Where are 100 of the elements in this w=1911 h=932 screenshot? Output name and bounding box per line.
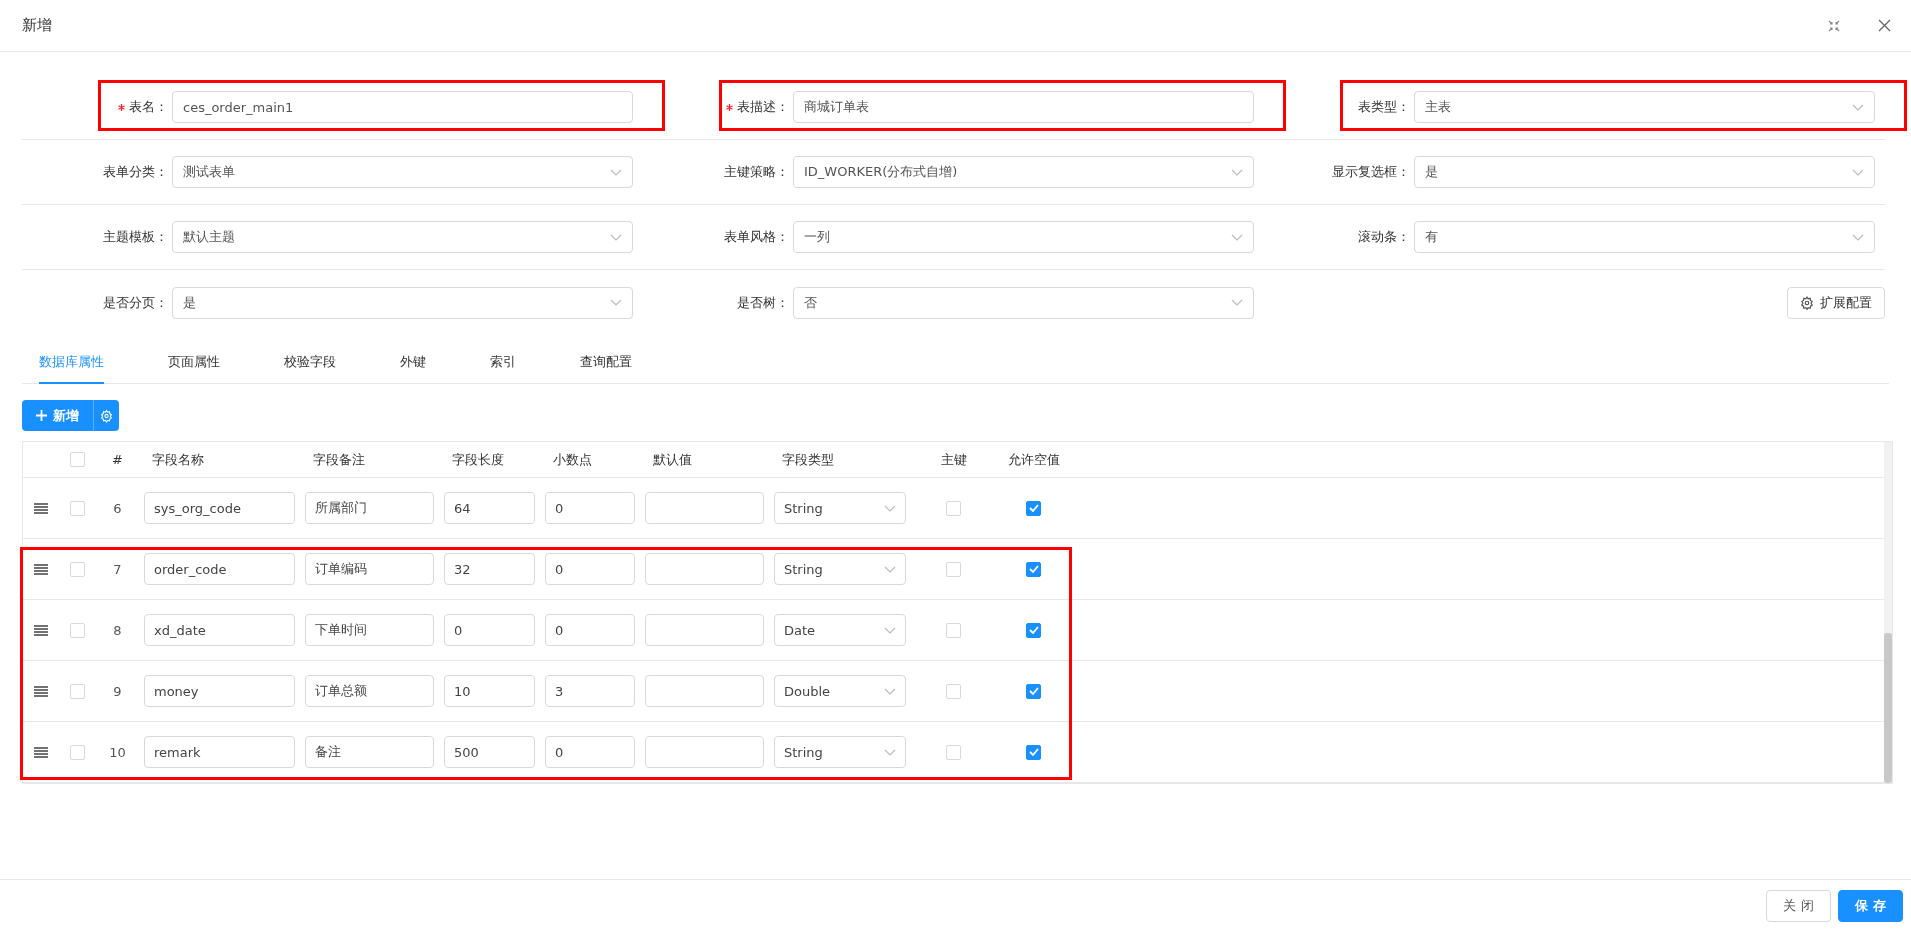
input-field[interactable]: xd_date (144, 614, 295, 646)
field-label: 主键策略： (724, 163, 789, 181)
column-header: 默认值 (652, 450, 692, 469)
input-field[interactable]: 订单编码 (305, 553, 434, 585)
checkbox[interactable] (1026, 744, 1041, 760)
input-field[interactable]: 0 (545, 553, 635, 585)
select-field[interactable]: 是 (172, 286, 633, 319)
select-field[interactable]: 一列 (793, 221, 1254, 253)
column-header: 小数点 (552, 450, 592, 469)
input-field[interactable] (645, 614, 764, 646)
column-header: 允许空值 (1007, 450, 1060, 469)
row-number: 8 (113, 622, 122, 638)
chevron-down-icon (884, 687, 896, 695)
chevron-down-icon (884, 748, 896, 756)
plus-icon (36, 410, 47, 421)
select-field[interactable]: 默认主题 (172, 221, 633, 253)
field-label: 滚动条： (1358, 228, 1410, 246)
row-number: 10 (109, 744, 126, 760)
input-field[interactable]: 500 (444, 736, 535, 768)
select-field[interactable]: Double (774, 675, 906, 707)
select-field[interactable]: Date (774, 614, 906, 646)
input-field[interactable]: order_code (144, 553, 295, 585)
field-label: 表单分类： (103, 163, 168, 181)
tab[interactable]: 页面属性 (168, 343, 220, 384)
chevron-down-icon (610, 299, 622, 306)
input-field[interactable]: 3 (545, 675, 635, 707)
input-field[interactable]: remark (144, 736, 295, 768)
tab[interactable]: 外键 (400, 343, 426, 384)
settings-icon (100, 408, 113, 423)
select-field[interactable]: String (774, 736, 906, 768)
input-field[interactable]: 所属部门 (305, 492, 434, 524)
select-field[interactable]: 主表 (1414, 91, 1875, 123)
dialog-title: 新增 (22, 16, 53, 35)
drag-handle-icon[interactable] (33, 502, 48, 514)
input-field[interactable]: 0 (444, 614, 535, 646)
input-field[interactable]: 商城订单表 (793, 91, 1254, 123)
tab[interactable]: 索引 (490, 343, 516, 384)
drag-handle-icon[interactable] (33, 685, 48, 697)
column-header: 字段备注 (312, 450, 365, 469)
select-field[interactable]: 有 (1414, 221, 1875, 253)
column-header: # (112, 452, 123, 467)
input-field[interactable] (645, 553, 764, 585)
input-field[interactable] (645, 675, 764, 707)
checkbox[interactable] (1026, 561, 1041, 577)
input-field[interactable]: 0 (545, 492, 635, 524)
extension-config-button[interactable]: 扩展配置 (1787, 286, 1885, 319)
select-field[interactable]: String (774, 553, 906, 585)
field-label: 是否树： (737, 293, 789, 312)
drag-handle-icon[interactable] (33, 746, 48, 758)
chevron-down-icon (1231, 299, 1243, 306)
field-label: 是否分页： (103, 293, 168, 312)
column-header: 字段名称 (151, 450, 204, 469)
row-number: 7 (113, 561, 122, 577)
drag-handle-icon[interactable] (33, 563, 48, 575)
input-field[interactable]: 备注 (305, 736, 434, 768)
settings-button[interactable] (93, 400, 119, 431)
chevron-down-icon (1852, 103, 1864, 111)
input-field[interactable]: 0 (545, 614, 635, 646)
input-field[interactable]: sys_org_code (144, 492, 295, 524)
column-header: 字段长度 (451, 450, 504, 469)
chevron-down-icon (1852, 168, 1864, 176)
scrollbar[interactable] (1884, 442, 1892, 783)
checkbox[interactable] (1026, 683, 1041, 699)
chevron-down-icon (1852, 233, 1864, 241)
row-number: 9 (113, 683, 122, 699)
input-field[interactable]: money (144, 675, 295, 707)
settings-icon (1800, 295, 1814, 310)
chevron-down-icon (610, 168, 622, 176)
input-field[interactable] (645, 736, 764, 768)
select-field[interactable]: ID_WORKER(分布式自增) (793, 156, 1254, 188)
chevron-down-icon (1231, 233, 1243, 241)
select-field[interactable]: 测试表单 (172, 156, 633, 188)
input-field[interactable]: 64 (444, 492, 535, 524)
checkbox[interactable] (1026, 500, 1041, 516)
input-field[interactable] (645, 492, 764, 524)
field-label: 主题模板： (103, 228, 168, 246)
field-label: 表类型： (1358, 98, 1410, 116)
close-button[interactable]: 关 闭 (1766, 890, 1831, 922)
input-field[interactable]: 10 (444, 675, 535, 707)
field-label: 表单风格： (724, 228, 789, 246)
drag-handle-icon[interactable] (33, 624, 48, 636)
input-field[interactable]: 32 (444, 553, 535, 585)
checkbox[interactable] (1026, 622, 1041, 638)
input-field[interactable]: 下单时间 (305, 614, 434, 646)
field-label: 表名： (129, 98, 168, 116)
chevron-down-icon (884, 504, 896, 512)
field-label: 显示复选框： (1332, 163, 1410, 181)
tab[interactable]: 查询配置 (580, 343, 632, 384)
input-field[interactable]: 订单总额 (305, 675, 434, 707)
input-field[interactable]: ces_order_main1 (172, 91, 633, 123)
select-field[interactable]: 是 (1414, 156, 1875, 188)
chevron-down-icon (1231, 168, 1243, 176)
column-header: 字段类型 (781, 450, 834, 469)
select-field[interactable]: 否 (793, 286, 1254, 319)
row-number: 6 (113, 500, 122, 516)
input-field[interactable]: 0 (545, 736, 635, 768)
chevron-down-icon (884, 565, 896, 573)
tab[interactable]: 校验字段 (284, 343, 336, 384)
chevron-down-icon (610, 233, 622, 241)
select-field[interactable]: String (774, 492, 906, 524)
